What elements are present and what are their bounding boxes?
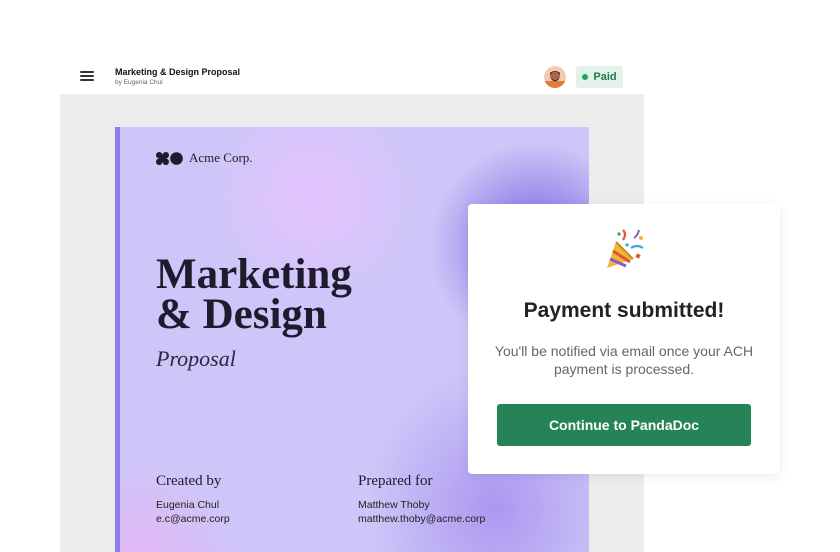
created-by-block: Created by Eugenia Chul e.c@acme.corp [156, 473, 230, 526]
modal-message: You'll be notified via email once your A… [494, 343, 754, 377]
created-by-heading: Created by [156, 473, 222, 489]
modal-title: Payment submitted! [523, 299, 725, 322]
creator-name: Eugenia Chul [156, 499, 220, 511]
status-badge: Paid [576, 66, 623, 88]
avatar[interactable] [544, 66, 566, 88]
acme-logo-icon [156, 151, 183, 165]
proposal-subtitle: Proposal [156, 346, 236, 371]
page-accent-strip [115, 127, 120, 552]
proposal-title-line-1: Marketing [156, 251, 352, 298]
recipient-name: Matthew Thoby [358, 499, 430, 511]
brand-name: Acme Corp. [189, 150, 253, 165]
prepared-for-heading: Prepared for [358, 473, 433, 489]
continue-button[interactable]: Continue to PandaDoc [497, 404, 751, 446]
prepared-for-block: Prepared for Matthew Thoby matthew.thoby… [358, 473, 485, 526]
recipient-email: matthew.thoby@acme.corp [358, 513, 486, 525]
document-title: Marketing & Design Proposal [115, 67, 241, 77]
creator-email: e.c@acme.corp [156, 513, 230, 525]
document-author: by Eugenia Chul [115, 79, 163, 86]
proposal-title: Marketing & Design [156, 251, 456, 338]
party-popper-icon [607, 229, 644, 268]
status-badge-label: Paid [593, 71, 617, 83]
brand: Acme Corp. [156, 150, 253, 166]
payment-confirmation-modal: Payment submitted! You'll be notified vi… [468, 204, 780, 474]
viewer-header: Marketing & Design Proposal by Eugenia C… [60, 56, 644, 94]
status-dot-icon [582, 74, 589, 80]
hamburger-menu-icon[interactable] [80, 71, 94, 81]
proposal-title-line-2: & Design [156, 291, 327, 338]
